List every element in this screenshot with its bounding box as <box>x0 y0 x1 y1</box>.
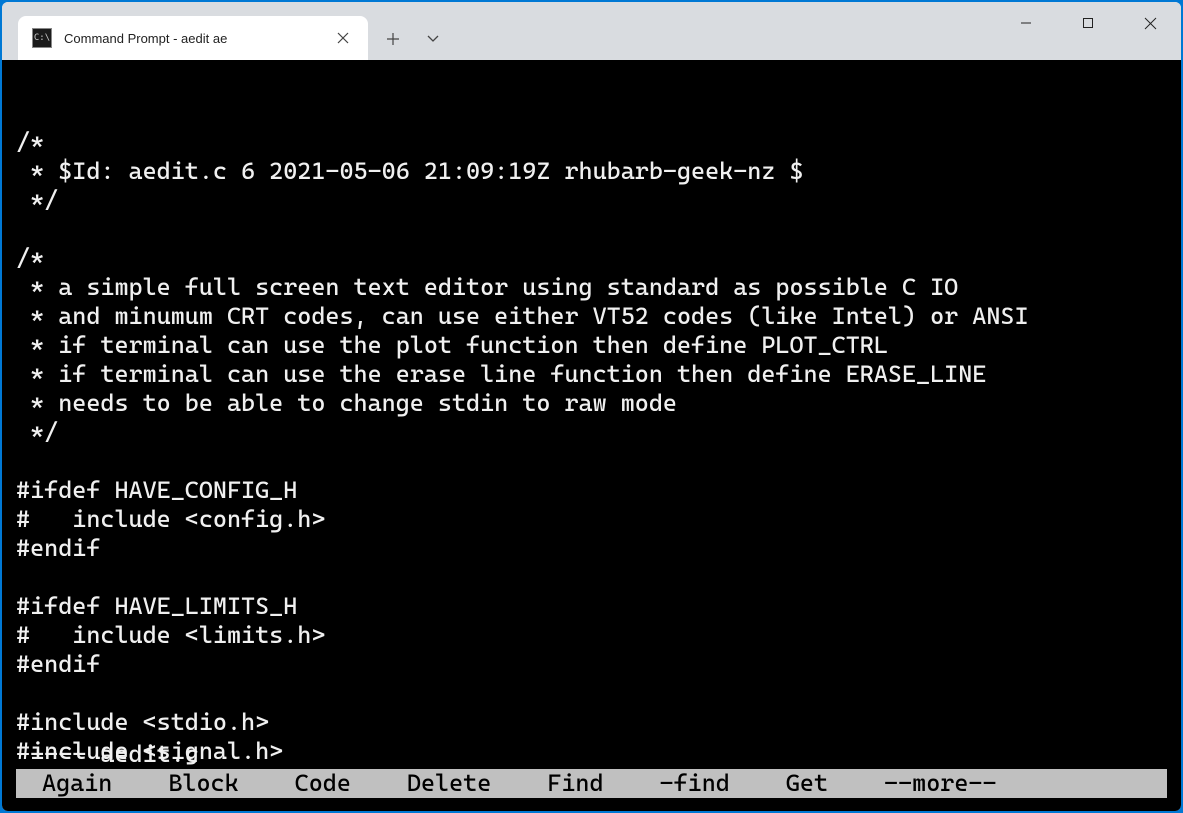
terminal-line: * $Id: aedit.c 6 2021-05-06 21:09:19Z rh… <box>16 157 1179 186</box>
editor-menu-bar: Again Block Code Delete Find -find Get -… <box>16 769 1167 798</box>
tab-active[interactable]: C:\ Command Prompt - aedit ae <box>18 16 368 60</box>
terminal-content: /* * $Id: aedit.c 6 2021-05-06 21:09:19Z… <box>16 128 1179 795</box>
terminal-line <box>16 215 1179 244</box>
window: C:\ Command Prompt - aedit ae /* * $Id: … <box>2 2 1181 811</box>
menu-block[interactable]: Block <box>140 769 266 798</box>
terminal-line: # include <config.h> <box>16 505 1179 534</box>
terminal-line: #endif <box>16 650 1179 679</box>
terminal-line: #ifdef HAVE_LIMITS_H <box>16 592 1179 621</box>
terminal-line: * needs to be able to change stdin to ra… <box>16 389 1179 418</box>
terminal-line: * and minumum CRT codes, can use either … <box>16 302 1179 331</box>
terminal-line: /* <box>16 244 1179 273</box>
close-icon <box>337 32 349 44</box>
terminal-line: #ifdef HAVE_CONFIG_H <box>16 476 1179 505</box>
menu-findprev[interactable]: -find <box>632 769 758 798</box>
menu-get[interactable]: Get <box>758 769 856 798</box>
terminal-line <box>16 563 1179 592</box>
status-line: ---- aedit.c <box>16 740 1167 769</box>
terminal-line: #include <stdio.h> <box>16 708 1179 737</box>
terminal-line: */ <box>16 418 1179 447</box>
menu-delete[interactable]: Delete <box>379 769 519 798</box>
maximize-icon <box>1082 17 1094 29</box>
terminal-line: # include <limits.h> <box>16 621 1179 650</box>
minimize-icon <box>1020 17 1032 29</box>
tab-title: Command Prompt - aedit ae <box>64 31 320 46</box>
titlebar: C:\ Command Prompt - aedit ae <box>2 2 1181 60</box>
close-window-button[interactable] <box>1119 2 1181 44</box>
tab-close-button[interactable] <box>332 27 354 49</box>
chevron-down-icon <box>427 35 439 43</box>
terminal-view[interactable]: /* * $Id: aedit.c 6 2021-05-06 21:09:19Z… <box>2 60 1181 811</box>
tab-dropdown-button[interactable] <box>414 20 452 58</box>
window-controls <box>995 2 1181 44</box>
maximize-button[interactable] <box>1057 2 1119 44</box>
terminal-line: * a simple full screen text editor using… <box>16 273 1179 302</box>
cmd-icon: C:\ <box>32 28 52 48</box>
close-icon <box>1144 17 1157 30</box>
minimize-button[interactable] <box>995 2 1057 44</box>
plus-icon <box>386 32 400 46</box>
menu-again[interactable]: Again <box>16 769 140 798</box>
terminal-line: * if terminal can use the plot function … <box>16 331 1179 360</box>
menu-find[interactable]: Find <box>519 769 631 798</box>
terminal-line: /* <box>16 128 1179 157</box>
terminal-line: */ <box>16 186 1179 215</box>
terminal-line <box>16 679 1179 708</box>
terminal-line <box>16 447 1179 476</box>
terminal-line: * if terminal can use the erase line fun… <box>16 360 1179 389</box>
terminal-line: #endif <box>16 534 1179 563</box>
menu-more[interactable]: --more-- <box>856 769 1025 798</box>
menu-code[interactable]: Code <box>267 769 379 798</box>
new-tab-button[interactable] <box>374 20 412 58</box>
